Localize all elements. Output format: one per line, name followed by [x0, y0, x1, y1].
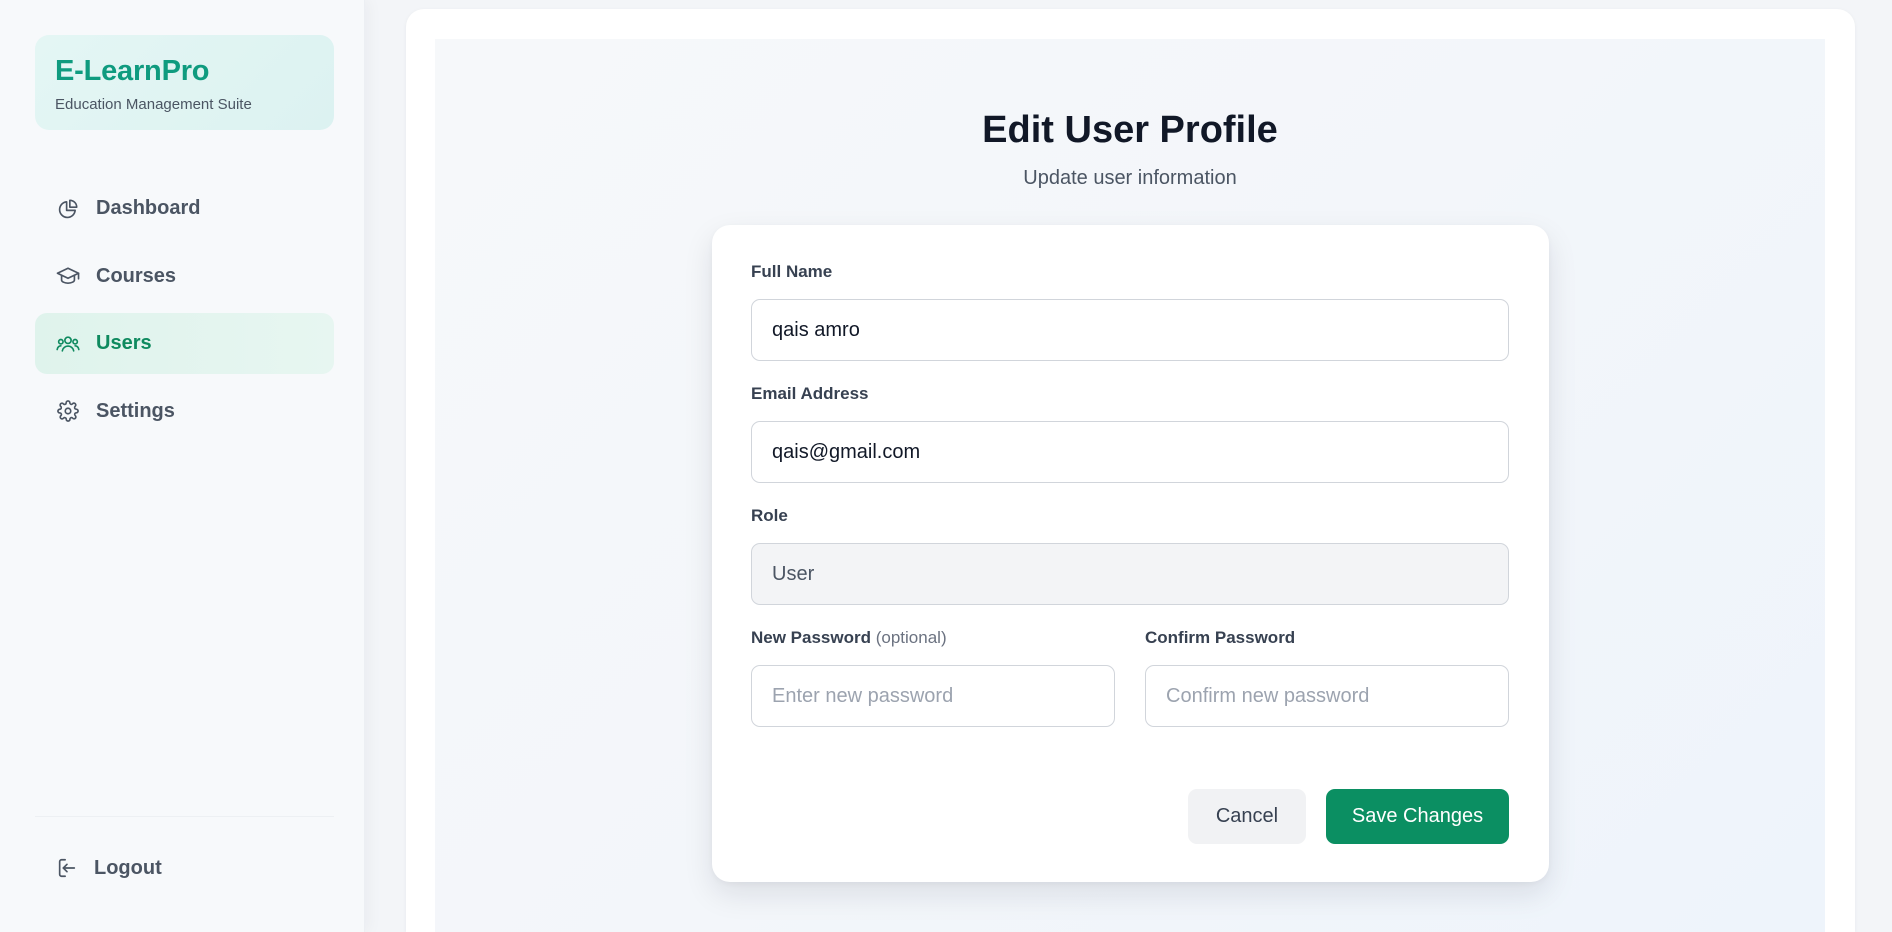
save-changes-button[interactable]: Save Changes: [1326, 789, 1509, 844]
pie-chart-icon: [56, 197, 80, 221]
graduation-cap-icon: [56, 264, 80, 288]
optional-hint: (optional): [875, 628, 947, 647]
confirm-password-input[interactable]: [1145, 665, 1509, 727]
sidebar-item-label: Courses: [96, 264, 177, 287]
edit-profile-form: Full Name Email Address Role New Passwor…: [712, 225, 1549, 882]
email-label: Email Address: [751, 384, 869, 403]
brand-subtitle: Education Management Suite: [55, 96, 252, 113]
sidebar: E-LearnPro Education Management Suite Da…: [0, 0, 365, 932]
sidebar-nav: Dashboard Courses Users Settings: [35, 178, 334, 448]
sidebar-item-courses[interactable]: Courses: [35, 246, 334, 307]
new-password-label-text: New Password: [751, 628, 871, 647]
confirm-password-label: Confirm Password: [1145, 628, 1296, 647]
sidebar-item-dashboard[interactable]: Dashboard: [35, 178, 334, 239]
full-name-input[interactable]: [751, 299, 1509, 361]
app-window: E-LearnPro Education Management Suite Da…: [0, 0, 1892, 932]
role-field: [751, 543, 1509, 605]
brand-name: E-LearnPro: [55, 55, 210, 87]
sidebar-item-label: Users: [96, 332, 152, 354]
sidebar-item-users[interactable]: Users: [35, 313, 334, 374]
sidebar-divider: [35, 816, 334, 817]
gear-icon: [56, 399, 80, 423]
email-input[interactable]: [751, 421, 1509, 483]
sidebar-item-label: Settings: [96, 399, 175, 422]
new-password-label: New Password (optional): [751, 628, 947, 648]
new-password-input[interactable]: [751, 665, 1115, 727]
main-panel: Edit User Profile Update user informatio…: [406, 9, 1855, 932]
cancel-button[interactable]: Cancel: [1188, 789, 1306, 844]
logout-label: Logout: [94, 856, 162, 879]
logout-button[interactable]: Logout: [35, 838, 334, 898]
content-area: Edit User Profile Update user informatio…: [435, 39, 1825, 932]
role-label: Role: [751, 506, 788, 525]
sidebar-item-label: Dashboard: [96, 197, 201, 219]
page-title: Edit User Profile: [982, 109, 1278, 151]
sidebar-item-settings[interactable]: Settings: [35, 381, 334, 442]
brand-card: E-LearnPro Education Management Suite: [35, 35, 334, 130]
full-name-label: Full Name: [751, 262, 833, 281]
logout-icon: [56, 857, 78, 879]
users-icon: [56, 332, 80, 356]
page-subtitle: Update user information: [1023, 167, 1237, 189]
